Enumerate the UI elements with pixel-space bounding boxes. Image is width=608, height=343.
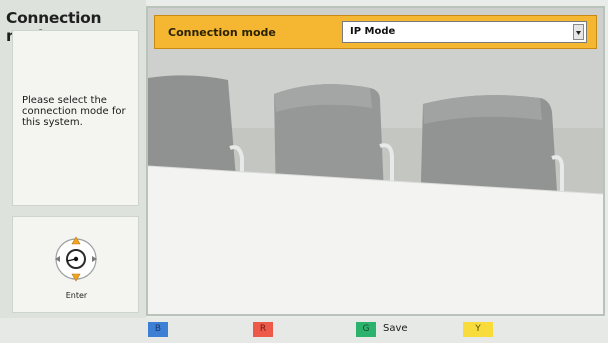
connection-mode-label: Connection mode xyxy=(168,26,276,39)
instruction-text: Please select the connection mode for th… xyxy=(22,95,126,128)
background-photo xyxy=(148,8,603,314)
yellow-key-button[interactable]: Y xyxy=(463,322,493,337)
save-label: Save xyxy=(383,323,408,334)
navigation-hint-box: Enter xyxy=(12,216,139,313)
enter-label: Enter xyxy=(65,291,88,300)
red-key-button[interactable]: R xyxy=(253,322,273,337)
connection-mode-row[interactable]: Connection mode IP Mode xyxy=(154,15,597,49)
green-key-button[interactable]: G xyxy=(356,322,376,337)
left-panel: Connection mode Please select the connec… xyxy=(0,0,146,318)
color-key-bar: B R G Save Y xyxy=(0,318,608,343)
connection-mode-value: IP Mode xyxy=(350,26,396,37)
instruction-box: Please select the connection mode for th… xyxy=(12,30,139,206)
main-content: Connection mode IP Mode xyxy=(146,6,605,316)
connection-mode-select[interactable]: IP Mode xyxy=(342,21,587,43)
directional-pad-icon xyxy=(55,236,97,282)
blue-key-button[interactable]: B xyxy=(148,322,168,337)
dropdown-arrow-icon[interactable] xyxy=(573,24,584,40)
